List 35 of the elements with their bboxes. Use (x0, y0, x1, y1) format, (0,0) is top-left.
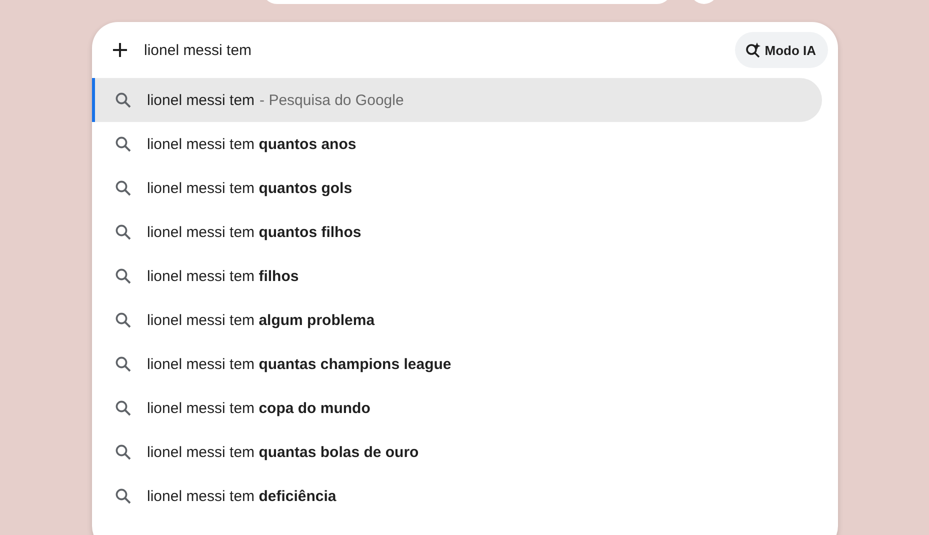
suggestion-text: lionel messi tem algum problema (147, 312, 375, 328)
suggestion-source: - Pesquisa do Google (260, 92, 404, 108)
suggestion-item[interactable]: lionel messi tem deficiência (92, 474, 822, 518)
suggestion-text: lionel messi tem (147, 92, 255, 108)
suggestion-text: lionel messi tem quantos gols (147, 180, 352, 196)
suggestion-item[interactable]: lionel messi tem filhos (92, 254, 822, 298)
ai-mode-button[interactable]: Modo IA (734, 32, 828, 68)
suggestion-item[interactable]: lionel messi tem copa do mundo (92, 386, 822, 430)
search-icon (115, 312, 131, 328)
suggestion-text: lionel messi tem quantas champions league (147, 356, 452, 372)
suggestion-text: lionel messi tem quantos anos (147, 136, 356, 152)
suggestion-text: lionel messi tem filhos (147, 268, 299, 284)
suggestion-text: lionel messi tem deficiência (147, 488, 336, 504)
search-icon (115, 92, 131, 108)
sparkle-search-icon (744, 42, 761, 58)
suggestion-item[interactable]: lionel messi tem quantos gols (92, 166, 822, 210)
search-field[interactable]: lionel messi tem (144, 42, 735, 58)
suggestion-text: lionel messi tem quantas bolas de ouro (147, 444, 419, 460)
suggestion-item[interactable]: lionel messi tem quantos filhos (92, 210, 822, 254)
suggestion-text: lionel messi tem quantos filhos (147, 224, 362, 240)
search-icon (115, 224, 131, 240)
suggestion-item[interactable]: lionel messi tem quantos anos (92, 122, 822, 166)
suggestion-item[interactable]: lionel messi tem quantas bolas de ouro (92, 430, 822, 474)
search-icon (115, 180, 131, 196)
search-icon (115, 400, 131, 416)
suggestion-text: lionel messi tem copa do mundo (147, 400, 370, 416)
suggestion-item[interactable]: lionel messi tem algum problema (92, 298, 822, 342)
suggestion-item[interactable]: lionel messi tem - Pesquisa do Google (92, 78, 822, 122)
search-icon (115, 268, 131, 284)
search-icon (115, 136, 131, 152)
search-icon (115, 444, 131, 460)
suggestion-item[interactable]: lionel messi tem quantas champions league (92, 342, 822, 386)
plus-icon[interactable] (112, 42, 128, 58)
search-icon (115, 488, 131, 504)
search-icon (115, 356, 131, 372)
